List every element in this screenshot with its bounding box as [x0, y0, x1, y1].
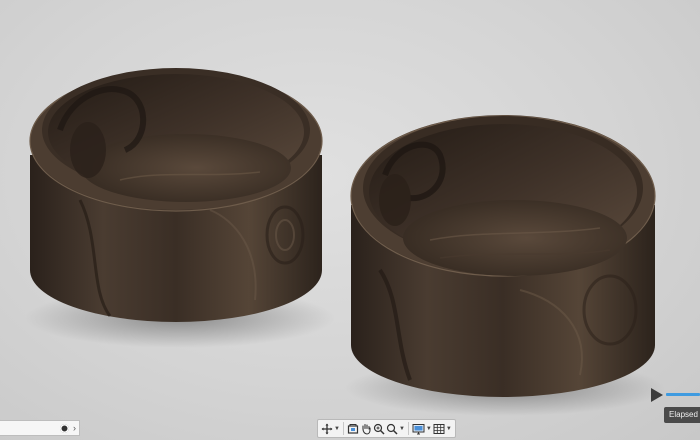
orbit-icon [321, 423, 333, 434]
look-at-button[interactable] [347, 421, 359, 436]
chevron-right-icon[interactable]: › [73, 423, 76, 433]
fit-button[interactable]: ▼ [386, 421, 405, 436]
play-icon[interactable] [650, 387, 664, 403]
display-settings-button[interactable]: ▼ [412, 421, 432, 436]
gear-icon[interactable] [60, 423, 69, 433]
zoom-icon [373, 423, 385, 435]
browser-panel-strip[interactable]: › [0, 420, 80, 436]
zoom-button[interactable] [373, 421, 385, 436]
chevron-down-icon[interactable]: ▼ [446, 426, 452, 432]
zoom-window-icon [386, 423, 398, 435]
chevron-down-icon[interactable]: ▼ [399, 426, 405, 432]
chevron-down-icon[interactable]: ▼ [426, 426, 432, 432]
look-at-icon [347, 423, 359, 434]
chevron-down-icon[interactable]: ▼ [334, 426, 340, 432]
pan-button[interactable] [360, 421, 372, 436]
render-canvas [25, 68, 665, 416]
hand-icon [362, 423, 371, 435]
monitor-icon [412, 423, 425, 434]
toolbar-divider [407, 422, 409, 435]
grid-icon [433, 423, 445, 434]
grid-settings-button[interactable]: ▼ [433, 421, 452, 436]
3d-viewport[interactable] [0, 0, 700, 440]
wooden-bowl-left[interactable] [29, 68, 323, 322]
elapsed-time-tooltip: Elapsed ti [664, 407, 700, 423]
orbit-button[interactable]: ▼ [321, 421, 340, 436]
timeline-slider[interactable] [666, 393, 700, 396]
navigation-toolbar: ▼ ▼ ▼ ▼ [317, 419, 456, 438]
toolbar-divider [342, 422, 344, 435]
wooden-bowl-right[interactable] [350, 115, 656, 397]
